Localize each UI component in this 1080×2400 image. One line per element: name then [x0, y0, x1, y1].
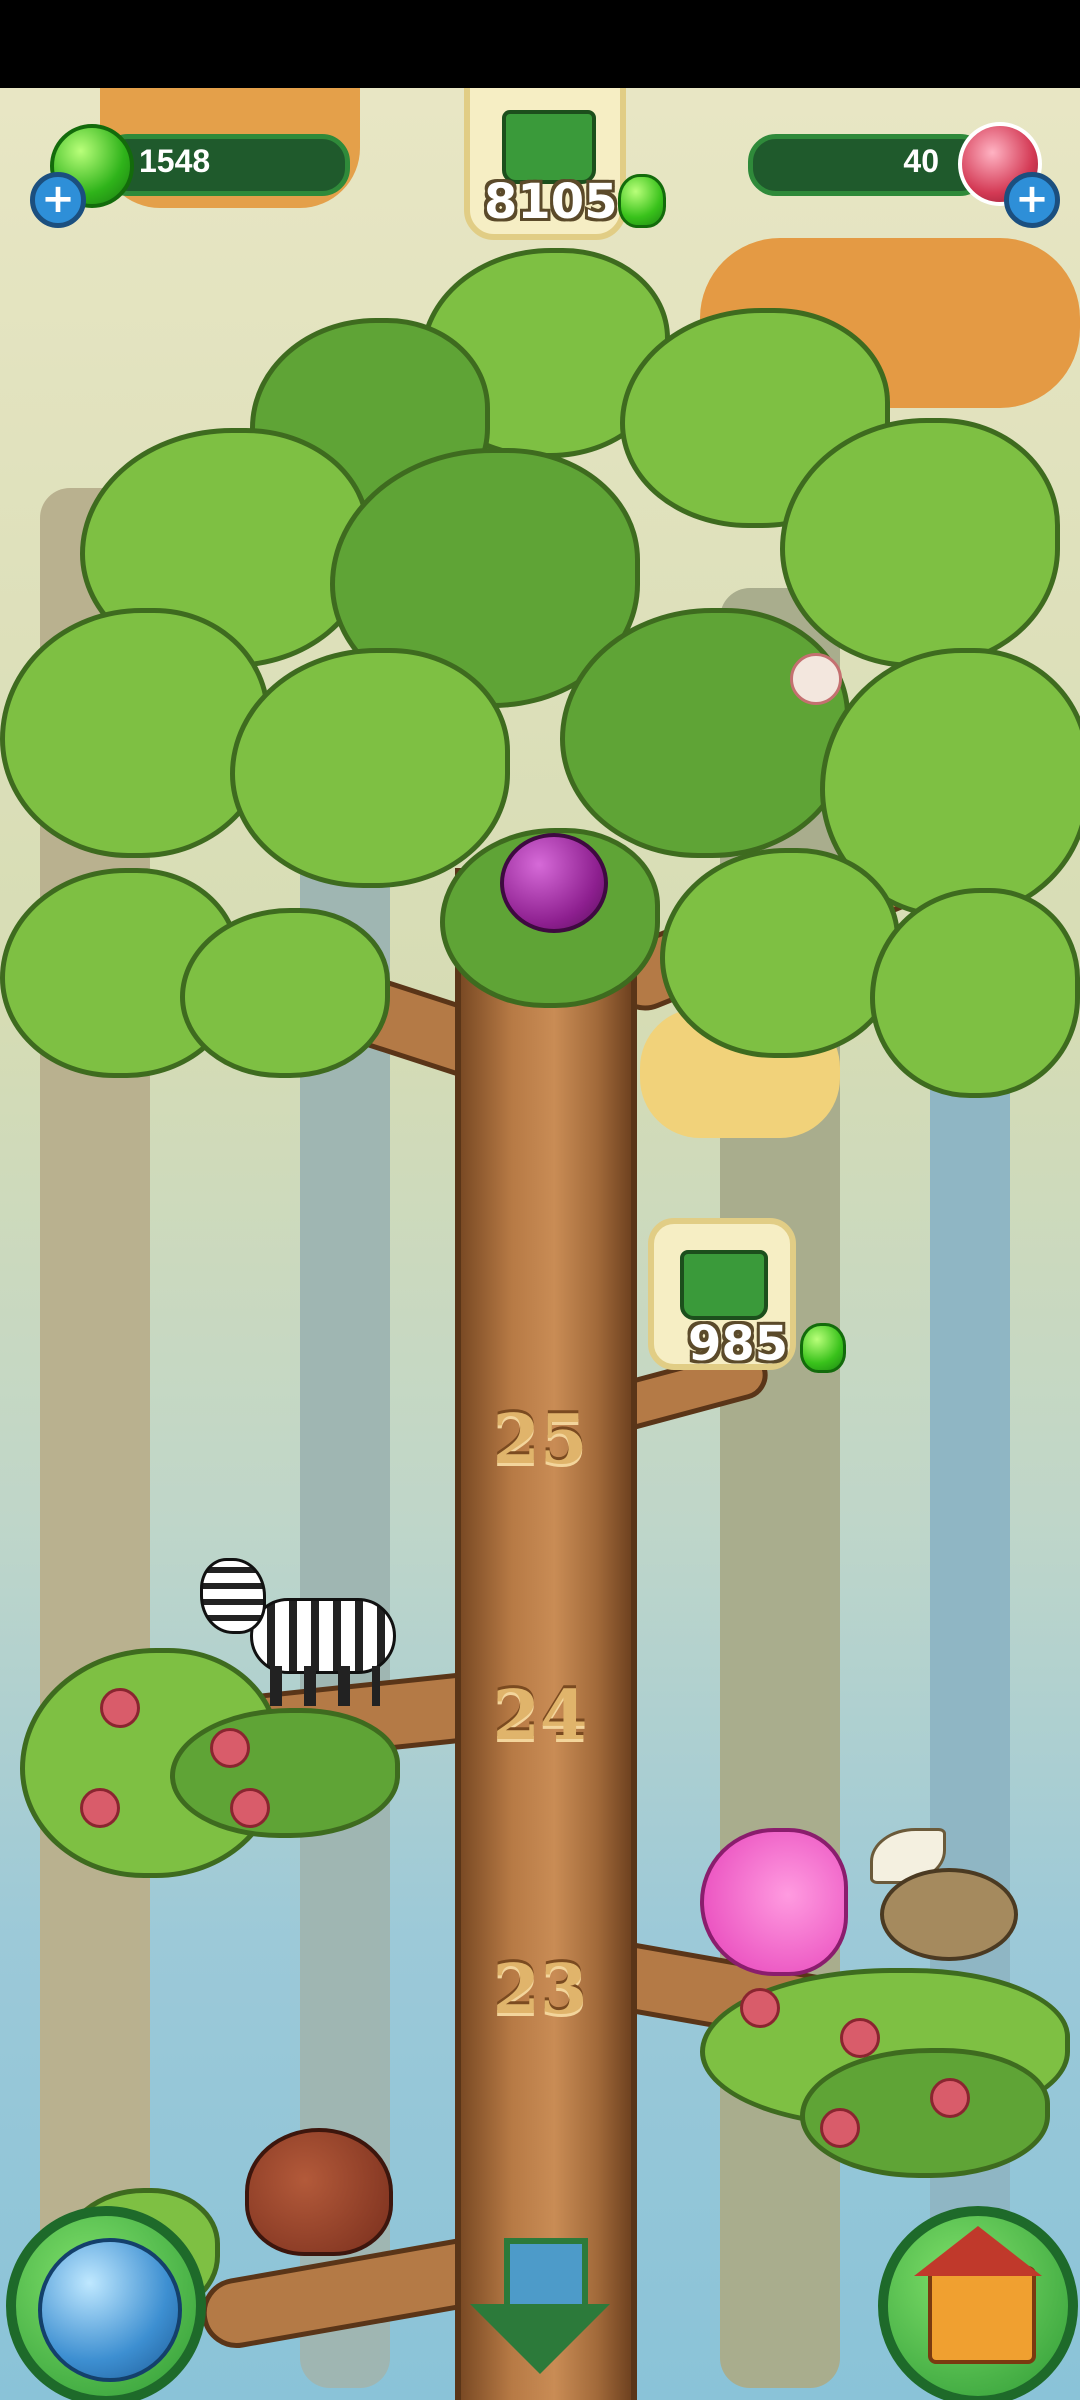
gumdrop-icon	[800, 1323, 846, 1373]
zebra-icon[interactable]	[200, 1548, 410, 1708]
winged-dog-icon[interactable]	[860, 1828, 1018, 1961]
level-number-24: 24	[492, 1676, 588, 1756]
canopy-leaf	[560, 608, 850, 858]
scroll-down-button[interactable]	[470, 2238, 610, 2388]
zebra-head	[200, 1558, 266, 1634]
branch-foliage	[170, 1708, 400, 1838]
zebra-body	[250, 1598, 396, 1674]
canopy-leaf	[0, 608, 270, 858]
flower-icon	[930, 2078, 970, 2118]
world-map-button[interactable]	[6, 2206, 206, 2400]
watering-can-top-count: 8105	[484, 174, 618, 230]
flower-icon	[80, 1788, 120, 1828]
canopy-leaf	[230, 648, 510, 888]
gem-counter-bar: 1548	[100, 134, 350, 196]
flower-icon	[230, 1788, 270, 1828]
flower-icon	[210, 1728, 250, 1768]
watering-can-icon	[502, 110, 596, 184]
background-tree	[930, 988, 1010, 2388]
canopy-leaf	[660, 848, 900, 1058]
home-button[interactable]	[878, 2206, 1078, 2400]
add-crystals-button[interactable]: +	[1004, 172, 1060, 228]
game-scene: 25 24 23 985 1548 + 8105 40 +	[0, 88, 1080, 2400]
crystal-counter-bar: 40	[748, 134, 988, 196]
canopy-leaf	[780, 418, 1060, 668]
status-bar	[0, 0, 1080, 88]
canopy-leaf	[870, 888, 1080, 1098]
flower-icon	[100, 1688, 140, 1728]
canopy-leaf	[180, 908, 390, 1078]
flower-icon	[820, 2108, 860, 2148]
house-roof	[914, 2226, 1042, 2276]
pink-fish-icon[interactable]	[700, 1828, 848, 1976]
dog-body	[880, 1868, 1018, 1961]
watering-can-branch-cost: 985	[688, 1316, 789, 1372]
watering-can-icon	[680, 1250, 768, 1320]
crystal-counter-value: 40	[903, 143, 939, 179]
flower-icon	[840, 2018, 880, 2058]
level-number-25: 25	[492, 1400, 588, 1480]
level-number-23: 23	[492, 1950, 588, 2030]
tree-trunk	[455, 868, 637, 2400]
house-icon	[928, 2266, 1036, 2364]
seed-flower-icon[interactable]	[790, 653, 842, 705]
zebra-legs	[270, 1666, 380, 1706]
globe-icon	[38, 2238, 182, 2382]
down-arrow-icon	[504, 2238, 588, 2314]
purple-fruit-icon[interactable]	[500, 833, 608, 933]
add-gems-button[interactable]: +	[30, 172, 86, 228]
gumdrop-icon	[618, 174, 666, 228]
gem-counter-value: 1548	[139, 143, 211, 179]
down-arrow-head	[470, 2304, 610, 2374]
flower-icon	[740, 1988, 780, 2028]
boar-icon[interactable]	[245, 2128, 393, 2256]
